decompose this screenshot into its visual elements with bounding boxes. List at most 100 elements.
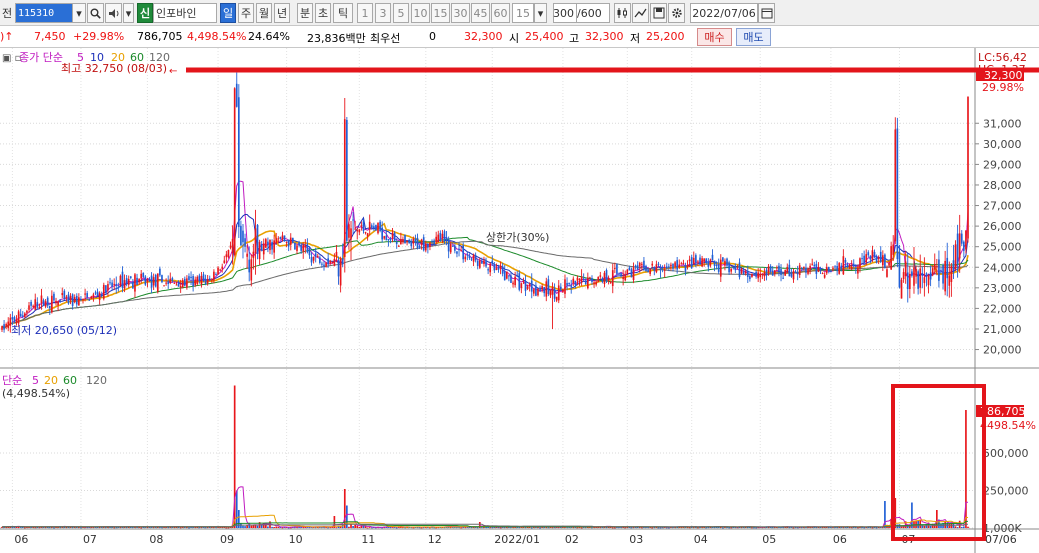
candle-body (478, 260, 481, 268)
candle-body (71, 294, 74, 306)
candle-body (221, 266, 224, 269)
trade-value: 23,836백만 (307, 32, 366, 45)
candle-body (215, 273, 217, 275)
candle-body (289, 237, 292, 245)
period-tab-week[interactable]: 주 (238, 3, 254, 23)
candle-body (645, 265, 647, 272)
best-label: 최우선 (370, 32, 401, 45)
candle-body (719, 259, 722, 277)
period-tab-second[interactable]: 초 (315, 3, 331, 23)
volume-bar (242, 525, 244, 528)
interval-dropdown-icon[interactable]: ▾ (534, 3, 547, 23)
candle-body (603, 272, 606, 285)
candle-body (780, 268, 782, 276)
candle-body (346, 119, 348, 241)
candle-body (728, 262, 730, 273)
speaker-icon[interactable] (105, 3, 122, 23)
interval-3[interactable]: 3 (375, 3, 391, 23)
candle-body (859, 258, 861, 268)
line-tool-icon[interactable] (632, 3, 649, 23)
stock-code-input[interactable]: 115310 (15, 3, 73, 23)
candle-body (316, 255, 319, 258)
volume-tick-label: 500,000 (983, 447, 1029, 460)
candle-body (601, 278, 604, 282)
candle-body (427, 244, 429, 248)
period-tab-day[interactable]: 일 (220, 3, 236, 23)
candle-body (776, 267, 778, 269)
interval-45[interactable]: 45 (471, 3, 490, 23)
volume-bar (657, 527, 660, 529)
period-tab-tick[interactable]: 틱 (333, 3, 353, 23)
candle-body (900, 279, 903, 299)
candle-body (335, 251, 338, 257)
candle-body (113, 283, 116, 285)
candle-body (832, 267, 834, 269)
buy-button[interactable]: 매수 (697, 28, 732, 46)
candle-body (663, 269, 666, 271)
candle-body (439, 232, 442, 242)
candle-body (713, 260, 716, 266)
month-tick-label: 03 (629, 533, 643, 546)
candle-body (622, 276, 624, 279)
volume-ratio: 4,498.54% (187, 30, 247, 43)
period-tab-minute[interactable]: 분 (297, 3, 313, 23)
candle-body (487, 269, 489, 271)
candle-type-icon[interactable] (614, 3, 631, 23)
candle-body (181, 279, 184, 288)
volume-bar (225, 527, 228, 529)
vol-ma5-label: 5 (32, 374, 39, 387)
volume-bar (857, 527, 859, 529)
period-tab-month[interactable]: 월 (256, 3, 272, 23)
price-tick-label: 28,000 (983, 179, 1022, 192)
candle-body (958, 233, 961, 259)
code-dropdown-icon[interactable]: ▾ (72, 3, 86, 23)
month-tick-label: 10 (289, 533, 303, 546)
candle-body (726, 258, 728, 266)
interval-60[interactable]: 60 (491, 3, 510, 23)
candle-body (697, 261, 699, 263)
candle-body (771, 270, 774, 276)
candle-body (549, 290, 552, 296)
candle-body (636, 265, 639, 270)
interval-5[interactable]: 5 (393, 3, 409, 23)
volume-bar (235, 490, 238, 528)
volume-bar (358, 526, 361, 528)
candle-body (809, 265, 811, 270)
candle-body (647, 269, 649, 273)
vol-ma120-label: 120 (86, 374, 107, 387)
stock-chart[interactable]: 20,000 21,000 22,000 23,000 24,000 25,000 26,0… (0, 48, 1039, 553)
candle-body (559, 286, 562, 290)
interval-30[interactable]: 30 (451, 3, 470, 23)
candle-body (306, 244, 309, 253)
save-icon[interactable] (650, 3, 667, 23)
candle-body (919, 268, 922, 288)
settings-gear-icon[interactable] (668, 3, 685, 23)
calendar-icon[interactable] (758, 3, 775, 23)
candle-body (115, 284, 118, 286)
period-tab-year[interactable]: 년 (274, 3, 290, 23)
search-icon[interactable] (87, 3, 104, 23)
candle-body (952, 260, 955, 271)
candle-body (140, 273, 143, 279)
candle-body (420, 239, 423, 245)
interval-15[interactable]: 15 (431, 3, 450, 23)
candle-body (888, 262, 890, 266)
candle-body (333, 258, 336, 266)
candle-body (154, 274, 157, 287)
candle-body (643, 260, 645, 269)
speaker-dropdown-icon[interactable]: ▾ (123, 3, 134, 23)
sell-button[interactable]: 매도 (736, 28, 771, 46)
count-input[interactable]: 300 (553, 3, 577, 23)
candle-body (208, 278, 211, 280)
interval-input[interactable]: 15 (512, 3, 534, 23)
volume-bar (302, 527, 305, 528)
date-input[interactable]: 2022/07/06 (690, 3, 758, 23)
candle-body (441, 233, 444, 239)
volume-bar (356, 525, 359, 528)
candle-body (15, 319, 18, 324)
interval-10[interactable]: 10 (411, 3, 430, 23)
candle-body (352, 219, 354, 221)
interval-1[interactable]: 1 (357, 3, 373, 23)
candle-body (819, 268, 822, 271)
volume-tick-label: 250,000 (983, 485, 1029, 498)
